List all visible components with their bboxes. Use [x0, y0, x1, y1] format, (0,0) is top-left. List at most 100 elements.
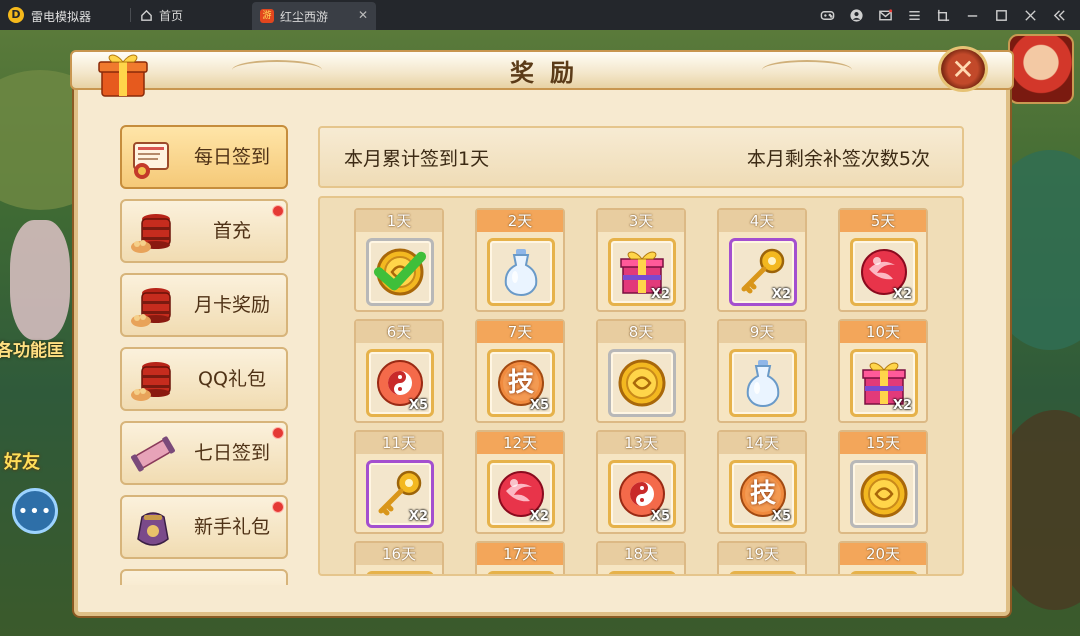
day-reward-cell[interactable]: 14天技 X5 — [717, 430, 807, 534]
pouch-icon — [128, 503, 178, 553]
menu-item-2[interactable]: 首充 — [120, 199, 288, 263]
reward-item-slot[interactable]: 技 X5 — [729, 460, 797, 528]
user-icon — [850, 8, 863, 22]
day-reward-cell[interactable]: 11天 X2 — [354, 430, 444, 534]
reward-item-slot[interactable] — [729, 571, 797, 574]
close-window-button[interactable] — [1016, 0, 1045, 30]
reward-item-slot[interactable]: X2 — [729, 238, 797, 306]
tab-home[interactable]: 首页 — [132, 0, 250, 30]
day-reward-cell[interactable]: 9天 — [717, 319, 807, 423]
home-icon — [141, 9, 152, 21]
screenshot-button[interactable] — [929, 0, 958, 30]
day-reward-cell[interactable]: 19天 — [717, 541, 807, 574]
notification-dot — [272, 501, 284, 513]
day-label: 11天 — [356, 432, 442, 454]
item-quantity: X5 — [771, 509, 791, 524]
menu-item-label: 新手礼包 — [193, 516, 270, 538]
day-reward-cell[interactable]: 12天 X2 — [475, 430, 565, 534]
day-reward-cell[interactable]: 17天 — [475, 541, 565, 574]
player-avatar[interactable] — [1008, 34, 1074, 104]
mail-button[interactable] — [871, 0, 900, 30]
item-quantity: X5 — [529, 398, 549, 413]
reward-item-slot[interactable]: 技 X5 — [487, 349, 555, 417]
sidebar-toggle-button[interactable] — [1045, 0, 1074, 30]
reward-item-slot[interactable] — [729, 349, 797, 417]
account-button[interactable] — [842, 0, 871, 30]
day-label: 14天 — [719, 432, 805, 454]
notification-dot — [272, 205, 284, 217]
day-reward-cell[interactable]: 4天 X2 — [717, 208, 807, 312]
reward-panel-header: 奖励 — [70, 50, 1014, 90]
reward-item-slot[interactable] — [850, 460, 918, 528]
treasure-basket-icon — [128, 207, 178, 257]
reward-item-slot[interactable]: X2 — [608, 238, 676, 306]
reward-side-menu: 每日签到首充月卡奖励 QQ礼包七日签到新手礼包 — [120, 125, 290, 585]
item-quantity: X2 — [771, 287, 791, 302]
menu-item-overflow[interactable] — [120, 569, 288, 585]
reward-item-slot[interactable] — [608, 349, 676, 417]
reward-item-slot[interactable]: X5 — [608, 460, 676, 528]
day-reward-cell[interactable]: 15天 — [838, 430, 928, 534]
item-quantity: X5 — [408, 398, 428, 413]
tab-game[interactable]: 游 红尘西游 ✕ — [252, 2, 376, 30]
close-panel-button[interactable]: ✕ — [938, 46, 988, 92]
friends-shortcut[interactable]: 好友 — [4, 448, 40, 474]
menu-item-3[interactable]: 月卡奖励 — [120, 273, 288, 337]
menu-item-4[interactable]: QQ礼包 — [120, 347, 288, 411]
panel-title: 奖励 — [510, 58, 590, 87]
item-quantity: X2 — [650, 287, 670, 302]
day-reward-cell[interactable]: 3天 X2 — [596, 208, 686, 312]
reward-item-slot[interactable]: X5 — [366, 349, 434, 417]
crop-icon — [937, 9, 950, 21]
reward-item-slot[interactable]: X2 — [850, 349, 918, 417]
day-reward-cell[interactable]: 6天 X5 — [354, 319, 444, 423]
day-reward-cell[interactable]: 13天 X5 — [596, 430, 686, 534]
day-label: 15天 — [840, 432, 926, 454]
game-app-icon: 游 — [260, 9, 274, 23]
tab-game-label: 红尘西游 — [280, 9, 329, 24]
menu-item-5[interactable]: 七日签到 — [120, 421, 288, 485]
reward-item-slot[interactable] — [487, 238, 555, 306]
day-reward-cell[interactable]: 7天技 X5 — [475, 319, 565, 423]
tab-close-icon[interactable]: ✕ — [358, 8, 368, 22]
day-label: 12天 — [477, 432, 563, 454]
day-label: 6天 — [356, 321, 442, 343]
reward-item-slot[interactable]: X2 — [366, 460, 434, 528]
menu-button[interactable] — [900, 0, 929, 30]
day-label: 3天 — [598, 210, 684, 232]
day-reward-cell[interactable]: 2天 — [475, 208, 565, 312]
emulator-title-bar: D 雷电模拟器 首页 游 红尘西游 ✕ — [0, 0, 1080, 30]
double-chevron-left-icon — [1053, 9, 1065, 21]
day-reward-cell[interactable]: 5天 X2 — [838, 208, 928, 312]
emulator-logo-icon: D — [8, 7, 24, 23]
reward-item-slot[interactable] — [366, 571, 434, 574]
day-label: 8天 — [598, 321, 684, 343]
reward-item-slot[interactable] — [850, 571, 918, 574]
day-reward-cell[interactable]: 8天 — [596, 319, 686, 423]
gamepad-button[interactable] — [813, 0, 842, 30]
claimed-check-icon — [373, 251, 427, 291]
day-label: 19天 — [719, 543, 805, 565]
day-label: 5天 — [840, 210, 926, 232]
menu-item-1[interactable]: 每日签到 — [120, 125, 288, 189]
day-label: 16天 — [356, 543, 442, 565]
reward-item-slot[interactable] — [366, 238, 434, 306]
minimize-button[interactable] — [958, 0, 987, 30]
reward-item-slot[interactable] — [608, 571, 676, 574]
day-reward-cell[interactable]: 16天 — [354, 541, 444, 574]
header-ornament — [232, 60, 322, 80]
day-reward-cell[interactable]: 20天 — [838, 541, 928, 574]
day-reward-cell[interactable]: 1天 — [354, 208, 444, 312]
day-reward-cell[interactable]: 18天 — [596, 541, 686, 574]
day-label: 18天 — [598, 543, 684, 565]
hamburger-menu-icon — [909, 10, 920, 20]
day-reward-cell[interactable]: 10天 X2 — [838, 319, 928, 423]
maximize-button[interactable] — [987, 0, 1016, 30]
menu-item-6[interactable]: 新手礼包 — [120, 495, 288, 559]
scene-floating-text: 各功能匡 — [0, 341, 64, 361]
reward-item-slot[interactable]: X2 — [487, 460, 555, 528]
menu-item-label: 七日签到 — [193, 442, 270, 464]
reward-item-slot[interactable] — [487, 571, 555, 574]
reward-item-slot[interactable]: X2 — [850, 238, 918, 306]
chat-button[interactable]: ••• — [12, 488, 58, 534]
